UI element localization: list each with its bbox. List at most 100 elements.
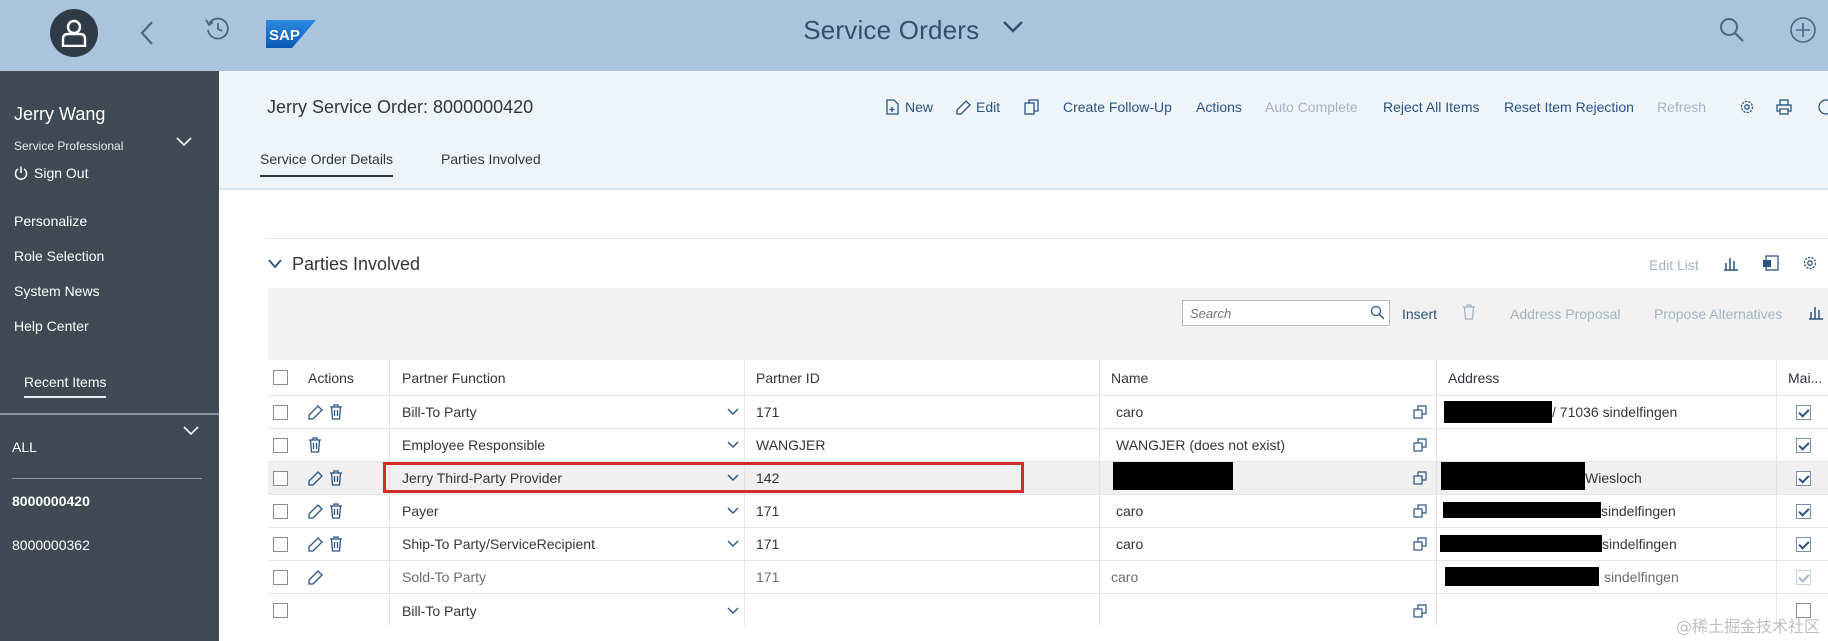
settings-button[interactable] [1739,99,1755,115]
chevron-down-icon[interactable] [727,528,739,560]
value-help-icon[interactable] [1413,495,1427,527]
propose-alternatives-button[interactable]: Propose Alternatives [1654,306,1782,322]
auto-complete-button[interactable]: Auto Complete [1265,99,1358,115]
actions-button[interactable]: Actions [1196,99,1242,115]
partner-id[interactable]: 171 [756,528,779,560]
create-button[interactable] [1788,15,1818,45]
trash-icon[interactable] [329,536,343,552]
tab-parties-involved[interactable]: Parties Involved [441,151,541,175]
edit-button[interactable]: Edit [956,99,1000,115]
partner-function-select[interactable]: Bill-To Party [402,396,477,428]
chevron-down-icon[interactable] [727,495,739,527]
edit-icon[interactable] [308,536,323,552]
chevron-down-icon[interactable] [727,429,739,461]
chevron-down-icon[interactable] [727,396,739,428]
sign-out-button[interactable]: Sign Out [14,165,88,181]
value-help-icon[interactable] [1413,396,1427,428]
print-button[interactable] [1776,99,1792,115]
help-center-link[interactable]: Help Center [14,318,89,334]
edit-icon[interactable] [308,569,323,585]
trash-icon[interactable] [329,503,343,519]
user-details-toggle[interactable] [176,134,192,150]
row-checkbox[interactable] [273,396,288,428]
role-selection-link[interactable]: Role Selection [14,248,104,264]
table-settings-button[interactable] [1802,255,1818,274]
main-partner-checkbox[interactable] [1796,495,1811,527]
recent-filter-toggle[interactable] [183,423,199,439]
recent-item[interactable]: 8000000362 [12,537,90,553]
tab-service-order-details[interactable]: Service Order Details [260,151,394,177]
table-row[interactable]: Bill-To Party [268,594,1828,627]
search-input[interactable] [1183,301,1363,325]
value-help-icon[interactable] [1413,528,1427,560]
reject-all-items-button[interactable]: Reject All Items [1383,99,1479,115]
search-field[interactable] [1182,300,1390,326]
column-header[interactable]: Address [1448,360,1499,395]
section-collapse-toggle[interactable] [268,256,282,272]
partner-function-select[interactable]: Payer [402,495,439,527]
recent-filter-all[interactable]: ALL [12,439,37,455]
partner-name[interactable]: WANGJER (does not exist) [1116,429,1285,461]
edit-list-button[interactable]: Edit List [1649,257,1699,273]
recent-items-tab[interactable]: Recent Items [24,374,107,398]
partner-name[interactable]: caro [1116,495,1143,527]
partner-function-select[interactable]: Bill-To Party [402,594,477,627]
insert-button[interactable]: Insert [1402,306,1437,322]
table-row[interactable]: Payer 171 caro sindelfingen [268,495,1828,528]
add-circle-icon [1790,17,1816,43]
trash-icon[interactable] [308,437,322,453]
chevron-down-icon[interactable] [727,594,739,627]
column-header[interactable]: Name [1111,360,1148,395]
trash-icon[interactable] [329,404,343,420]
main-partner-checkbox[interactable] [1796,396,1811,428]
column-header[interactable]: Partner ID [756,360,820,395]
value-help-icon[interactable] [1413,462,1427,494]
partner-name[interactable]: caro [1116,396,1143,428]
row-checkbox[interactable] [273,561,288,593]
select-all-checkbox[interactable] [273,360,288,395]
table-row[interactable]: Employee Responsible WANGJER WANGJER (do… [268,429,1828,462]
row-checkbox[interactable] [273,429,288,461]
reset-item-rejection-button[interactable]: Reset Item Rejection [1504,99,1634,115]
table-row[interactable]: Sold-To Party 171 caro sindelfingen [268,561,1828,594]
personalize-link[interactable]: Personalize [14,213,87,229]
partner-function-select[interactable]: Ship-To Party/ServiceRecipient [402,528,595,560]
main-partner-checkbox[interactable] [1796,528,1811,560]
partner-id[interactable]: 171 [756,495,779,527]
table-row[interactable]: Bill-To Party 171 caro / 71036 sindelfin… [268,396,1828,429]
chart-button[interactable] [1723,255,1739,274]
row-checkbox[interactable] [273,528,288,560]
row-checkbox[interactable] [273,462,288,494]
address-proposal-button[interactable]: Address Proposal [1510,306,1621,322]
edit-icon[interactable] [308,404,323,420]
partner-function-select[interactable]: Employee Responsible [402,429,545,461]
value-help-icon[interactable] [1413,594,1427,627]
create-follow-up-button[interactable]: Create Follow-Up [1063,99,1172,115]
table-row[interactable]: Ship-To Party/ServiceRecipient 171 caro … [268,528,1828,561]
partner-id[interactable]: 171 [756,396,779,428]
main-partner-checkbox[interactable] [1796,429,1811,461]
delete-button[interactable] [1462,304,1476,323]
edit-icon[interactable] [308,503,323,519]
row-checkbox[interactable] [273,495,288,527]
column-header[interactable]: Mai... [1788,360,1822,395]
recent-item[interactable]: 8000000420 [12,493,90,509]
new-button[interactable]: New [885,99,933,115]
search-submit[interactable] [1370,305,1385,323]
app-title-menu[interactable]: Service Orders [0,15,1828,46]
column-header[interactable]: Partner Function [402,360,506,395]
partner-id[interactable]: WANGJER [756,429,825,461]
partner-name[interactable]: caro [1116,528,1143,560]
system-news-link[interactable]: System News [14,283,100,299]
refresh-button[interactable]: Refresh [1657,99,1706,115]
main-partner-checkbox[interactable] [1796,462,1811,494]
value-help-icon[interactable] [1413,429,1427,461]
trash-icon[interactable] [329,470,343,486]
export-button[interactable] [1762,255,1780,274]
search-button[interactable] [1718,16,1746,44]
copy-button[interactable] [1024,99,1039,115]
chart-view-button[interactable] [1808,304,1824,323]
help-button[interactable] [1818,99,1828,115]
edit-icon[interactable] [308,470,323,486]
row-checkbox[interactable] [273,594,288,627]
